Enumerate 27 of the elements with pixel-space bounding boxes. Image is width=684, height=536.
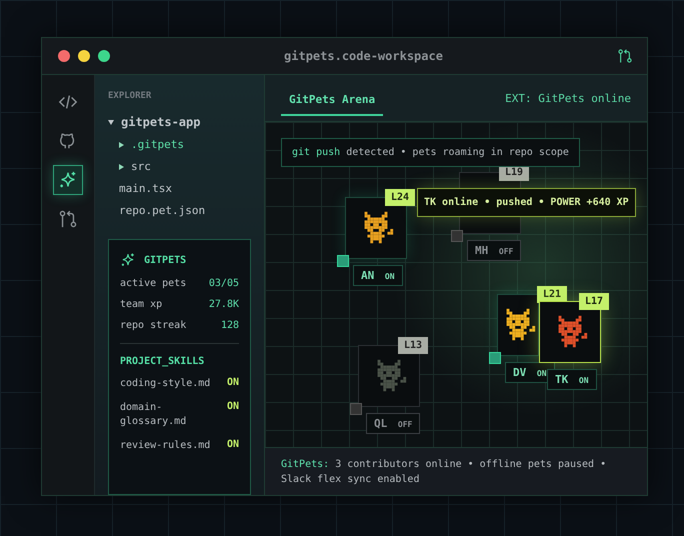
stat-value: 27.8K (208, 299, 239, 310)
level-badge: L24 (385, 189, 416, 206)
skill-name: coding-style.md (120, 377, 210, 391)
push-notice: git push detected • pets roaming in repo scope (281, 138, 580, 167)
level-badge: L17 (579, 293, 610, 310)
stat-label: team xp (120, 299, 162, 310)
skill-status: ON (226, 439, 239, 450)
skill-status: ON (226, 401, 239, 412)
skill-status: ON (226, 377, 239, 388)
pet-name-tag: QL OFF (366, 413, 420, 434)
pet-name-tag: AN ON (353, 265, 403, 286)
skill-name: domain-glossary.md (120, 401, 188, 429)
pet-name-tag: TK ON (547, 369, 597, 390)
window-title: gitpets.code-workspace (283, 49, 444, 63)
extension-status: EXT: GitPets online (505, 92, 631, 104)
skill-name: review-rules.md (120, 439, 210, 453)
section-heading: PROJECT_SKILLS (120, 356, 206, 367)
level-badge: L13 (398, 337, 428, 354)
stat-label: repo streak (120, 320, 186, 331)
card-title: GITPETS (144, 254, 186, 266)
status-message: GitPets: 3 contributors online • offline pets paused • Slack flex sync enabled (265, 447, 647, 495)
explorer-heading: EXPLORER (108, 91, 152, 101)
stat-label: active pets (120, 278, 186, 289)
pet-tooltip: TK online • pushed • POWER +640 XP (417, 188, 636, 217)
pet-name-tag: MH OFF (467, 240, 522, 261)
stat-value: 03/05 (208, 278, 239, 289)
stat-value: 128 (220, 320, 239, 331)
